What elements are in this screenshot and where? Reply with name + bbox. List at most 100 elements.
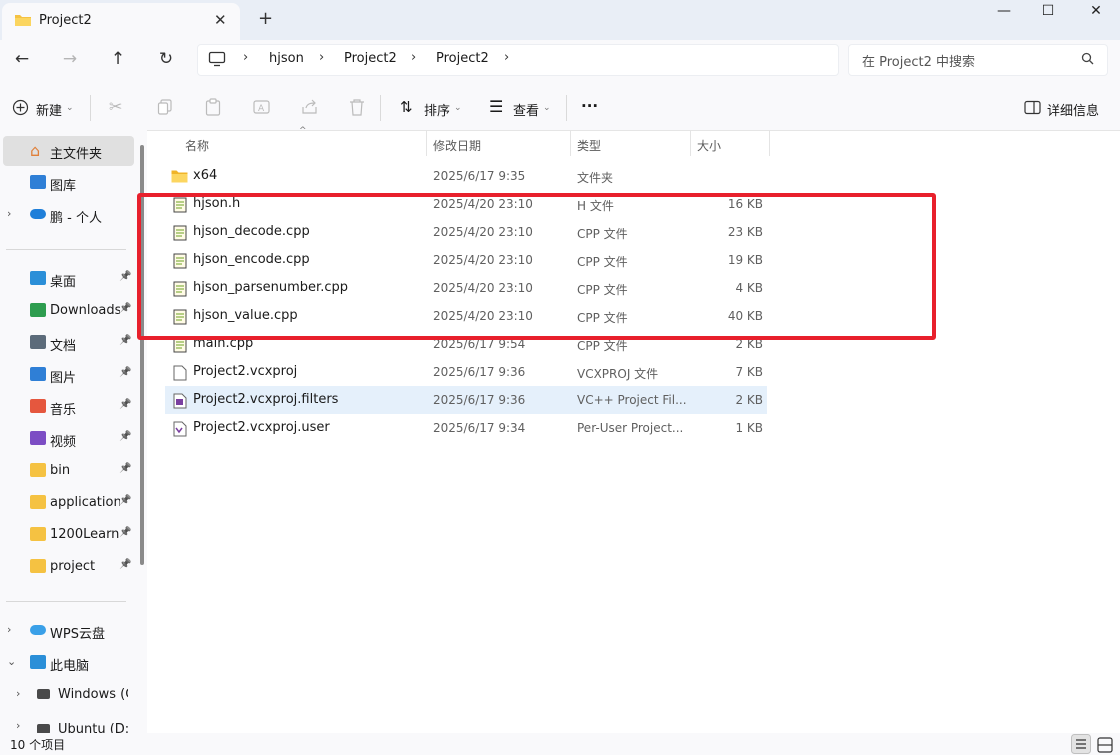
breadcrumb-separator[interactable]: ›	[319, 50, 324, 65]
file-row[interactable]: Project2.vcxproj.user 2025/6/17 9:34 Per-U…	[165, 414, 767, 442]
sidebar-item-quick[interactable]: 文档 📌	[0, 328, 134, 358]
file-row[interactable]: x64 2025/6/17 9:35 文件夹	[165, 162, 767, 190]
file-name: Project2.vcxproj	[193, 364, 298, 379]
view-icon[interactable]: ☰	[489, 97, 503, 116]
gallery-icon	[30, 175, 46, 189]
chevron-right-icon[interactable]: ›	[16, 719, 20, 732]
pin-icon[interactable]: 📌	[119, 335, 131, 346]
sort-button[interactable]: 排序	[424, 100, 450, 119]
details-pane-icon[interactable]	[1024, 100, 1041, 115]
new-tab-button[interactable]: +	[258, 8, 273, 29]
tab-project2[interactable]: Project2 ✕	[2, 3, 240, 40]
rename-icon[interactable]: A	[253, 99, 270, 115]
toolbar-divider	[90, 95, 91, 121]
breadcrumb-project2[interactable]: Project2	[344, 51, 397, 66]
breadcrumb-separator[interactable]: ›	[504, 50, 509, 65]
paste-icon[interactable]	[205, 98, 221, 116]
pin-icon[interactable]: 📌	[119, 367, 131, 378]
minimize-button[interactable]: —	[982, 0, 1026, 26]
column-header-name[interactable]: 名称	[185, 137, 209, 154]
maximize-button[interactable]: ☐	[1026, 0, 1070, 26]
file-name: Project2.vcxproj.user	[193, 420, 330, 435]
chevron-right-icon[interactable]: ›	[7, 623, 11, 636]
sidebar-item-drive-c[interactable]: › Windows (C:)	[0, 680, 134, 710]
up-button[interactable]: ↑	[106, 49, 130, 71]
sidebar-item-quick[interactable]: Downloads 📌	[0, 296, 134, 326]
column-divider[interactable]	[426, 130, 427, 156]
column-header-size[interactable]: 大小	[697, 137, 721, 154]
details-button[interactable]: 详细信息	[1047, 100, 1099, 119]
refresh-button[interactable]: ↻	[154, 49, 178, 71]
forward-button[interactable]: →	[58, 49, 82, 71]
sidebar-item-wps[interactable]: › WPS云盘	[0, 616, 134, 646]
computer-icon[interactable]	[208, 51, 226, 67]
file-size: 2 KB	[735, 393, 763, 407]
tab-title: Project2	[39, 13, 92, 28]
pin-icon[interactable]: 📌	[119, 463, 131, 474]
sidebar-item-quick[interactable]: project 📌	[0, 552, 134, 582]
sidebar-item-quick[interactable]: application 📌	[0, 488, 134, 518]
column-divider[interactable]	[570, 130, 571, 156]
breadcrumb-separator[interactable]: ›	[243, 50, 248, 65]
navigation-pane: ⌂ 主文件夹 图库 › 鹏 - 个人 桌面 📌 Downloads 📌 文档 📌 图片 📌 音乐…	[0, 130, 147, 733]
tiles-view-icon[interactable]	[1097, 737, 1113, 753]
delete-icon[interactable]	[349, 98, 365, 116]
sidebar-item-this-pc[interactable]: ⌄ 此电脑	[0, 648, 134, 678]
sort-arrow-icon: ^	[299, 126, 307, 136]
pin-icon[interactable]: 📌	[119, 399, 131, 410]
sidebar-item-quick[interactable]: 音乐 📌	[0, 392, 134, 422]
cut-icon[interactable]: ✂	[109, 97, 122, 116]
file-type: VC++ Project Fil...	[577, 393, 687, 407]
chevron-down-icon[interactable]: ⌄	[543, 103, 551, 113]
breadcrumb-project2-sub[interactable]: Project2	[436, 51, 489, 66]
close-window-button[interactable]: ✕	[1074, 0, 1118, 26]
sidebar-item-label: WPS云盘	[50, 627, 105, 642]
chevron-down-icon[interactable]: ⌄	[454, 103, 462, 113]
sidebar-item-personal[interactable]: › 鹏 - 个人	[0, 200, 134, 230]
sidebar-divider	[6, 249, 126, 250]
pin-icon[interactable]: 📌	[119, 431, 131, 442]
sidebar-item-drive-d[interactable]: › Ubuntu (D:)	[0, 712, 134, 733]
download-icon	[30, 303, 46, 317]
sidebar-item-label: application	[50, 495, 120, 510]
chevron-right-icon[interactable]: ›	[7, 207, 11, 220]
file-row[interactable]: Project2.vcxproj 2025/6/17 9:36 VCXPROJ 文件…	[165, 358, 767, 386]
copy-icon[interactable]	[157, 99, 173, 115]
file-size: 1 KB	[735, 421, 763, 435]
sidebar-item-quick[interactable]: 桌面 📌	[0, 264, 134, 294]
column-header-type[interactable]: 类型	[577, 137, 601, 154]
pin-icon[interactable]: 📌	[119, 527, 131, 538]
breadcrumb-hjson[interactable]: hjson	[269, 51, 304, 66]
sidebar-item-quick[interactable]: bin 📌	[0, 456, 134, 486]
new-button[interactable]: 新建	[36, 100, 62, 119]
column-header-modified[interactable]: 修改日期	[433, 137, 481, 154]
file-type: Per-User Project...	[577, 421, 684, 435]
sidebar-item-quick[interactable]: 视频 📌	[0, 424, 134, 454]
details-view-icon[interactable]	[1071, 734, 1091, 754]
chevron-down-icon[interactable]: ⌄	[7, 655, 16, 668]
sort-icon[interactable]: ⇅	[400, 98, 413, 116]
view-button[interactable]: 查看	[513, 100, 539, 119]
more-options-button[interactable]: ···	[581, 97, 598, 115]
column-divider[interactable]	[769, 130, 770, 156]
sidebar-item-quick[interactable]: 1200Learning📌	[0, 520, 134, 550]
file-row[interactable]: Project2.vcxproj.filters 2025/6/17 9:36 VC…	[165, 386, 767, 414]
pin-icon[interactable]: 📌	[119, 559, 131, 570]
sidebar-item-label: project	[50, 559, 96, 574]
pin-icon[interactable]: 📌	[119, 271, 131, 282]
back-button[interactable]: ←	[10, 49, 34, 71]
share-icon[interactable]	[301, 99, 318, 115]
column-divider[interactable]	[690, 130, 691, 156]
breadcrumb-separator[interactable]: ›	[411, 50, 416, 65]
chevron-right-icon[interactable]: ›	[16, 687, 20, 700]
sidebar-item-quick[interactable]: 图片 📌	[0, 360, 134, 390]
pin-icon[interactable]: 📌	[119, 303, 131, 314]
pin-icon[interactable]: 📌	[119, 495, 131, 506]
tab-close-button[interactable]: ✕	[214, 11, 227, 29]
file-modified: 2025/6/17 9:35	[433, 169, 526, 183]
sidebar-item-home[interactable]: ⌂ 主文件夹	[3, 136, 134, 166]
plus-circle-icon[interactable]	[12, 99, 29, 116]
sidebar-item-gallery[interactable]: 图库	[0, 168, 134, 198]
chevron-down-icon[interactable]: ⌄	[66, 103, 74, 113]
folder-icon	[30, 559, 46, 573]
